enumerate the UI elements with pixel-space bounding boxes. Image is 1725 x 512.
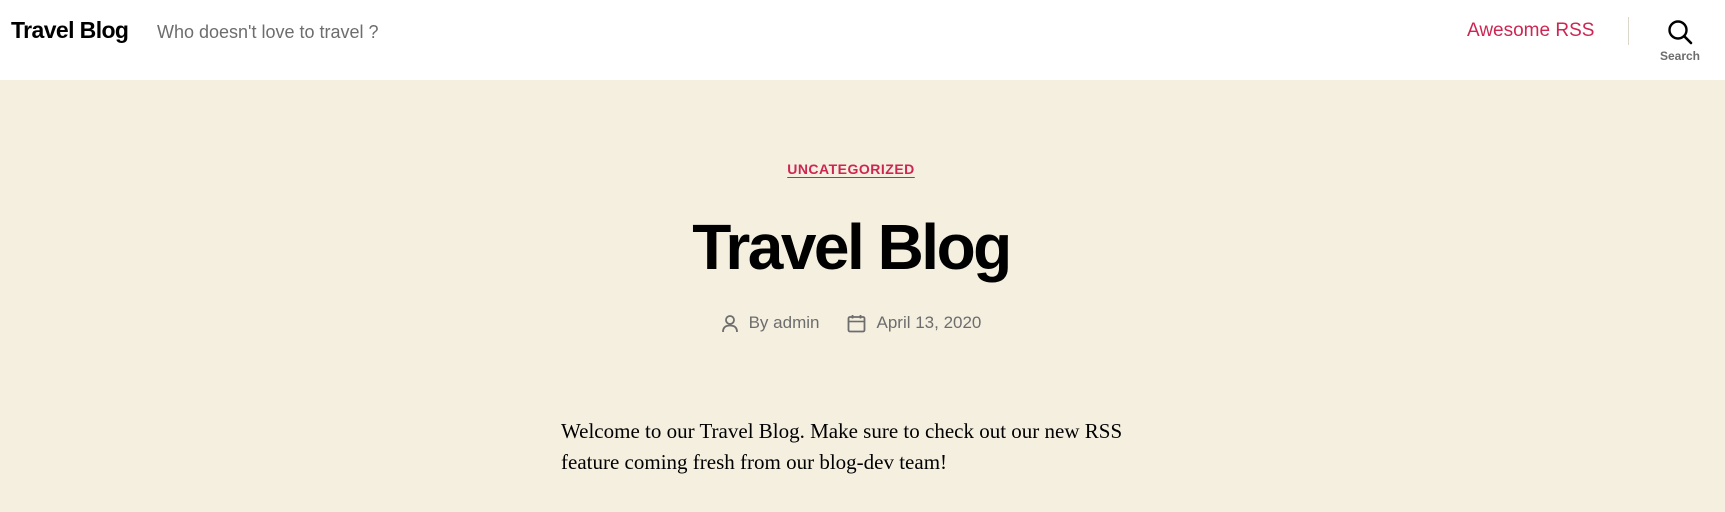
site-title[interactable]: Travel Blog (11, 17, 129, 44)
calendar-icon (848, 314, 866, 332)
post-title: Travel Blog (692, 211, 1012, 283)
date-link[interactable]: April 13, 2020 (876, 313, 981, 333)
post-date: April 13, 2020 (847, 313, 981, 333)
nav-link-awesome-rss[interactable]: Awesome RSS (1467, 20, 1594, 42)
search-toggle-button[interactable]: Search (1648, 16, 1712, 68)
author-link[interactable]: admin (773, 313, 819, 333)
search-label: Search (1659, 49, 1701, 63)
user-icon (721, 314, 738, 332)
post-content: Welcome to our Travel Blog. Make sure to… (561, 419, 1123, 474)
site-header: Travel Blog Who doesn't love to travel ?… (0, 0, 1725, 80)
site-description: Who doesn't love to travel ? (157, 22, 379, 42)
search-icon (1668, 20, 1693, 45)
author-prefix: By (748, 313, 769, 332)
header-divider (1628, 17, 1629, 45)
post-meta: By admin April 13, 2020 (0, 313, 1702, 333)
post-author: By admin (721, 313, 819, 333)
category-link[interactable]: UNCATEGORIZED (787, 161, 915, 177)
post-category: UNCATEGORIZED (0, 161, 1702, 177)
